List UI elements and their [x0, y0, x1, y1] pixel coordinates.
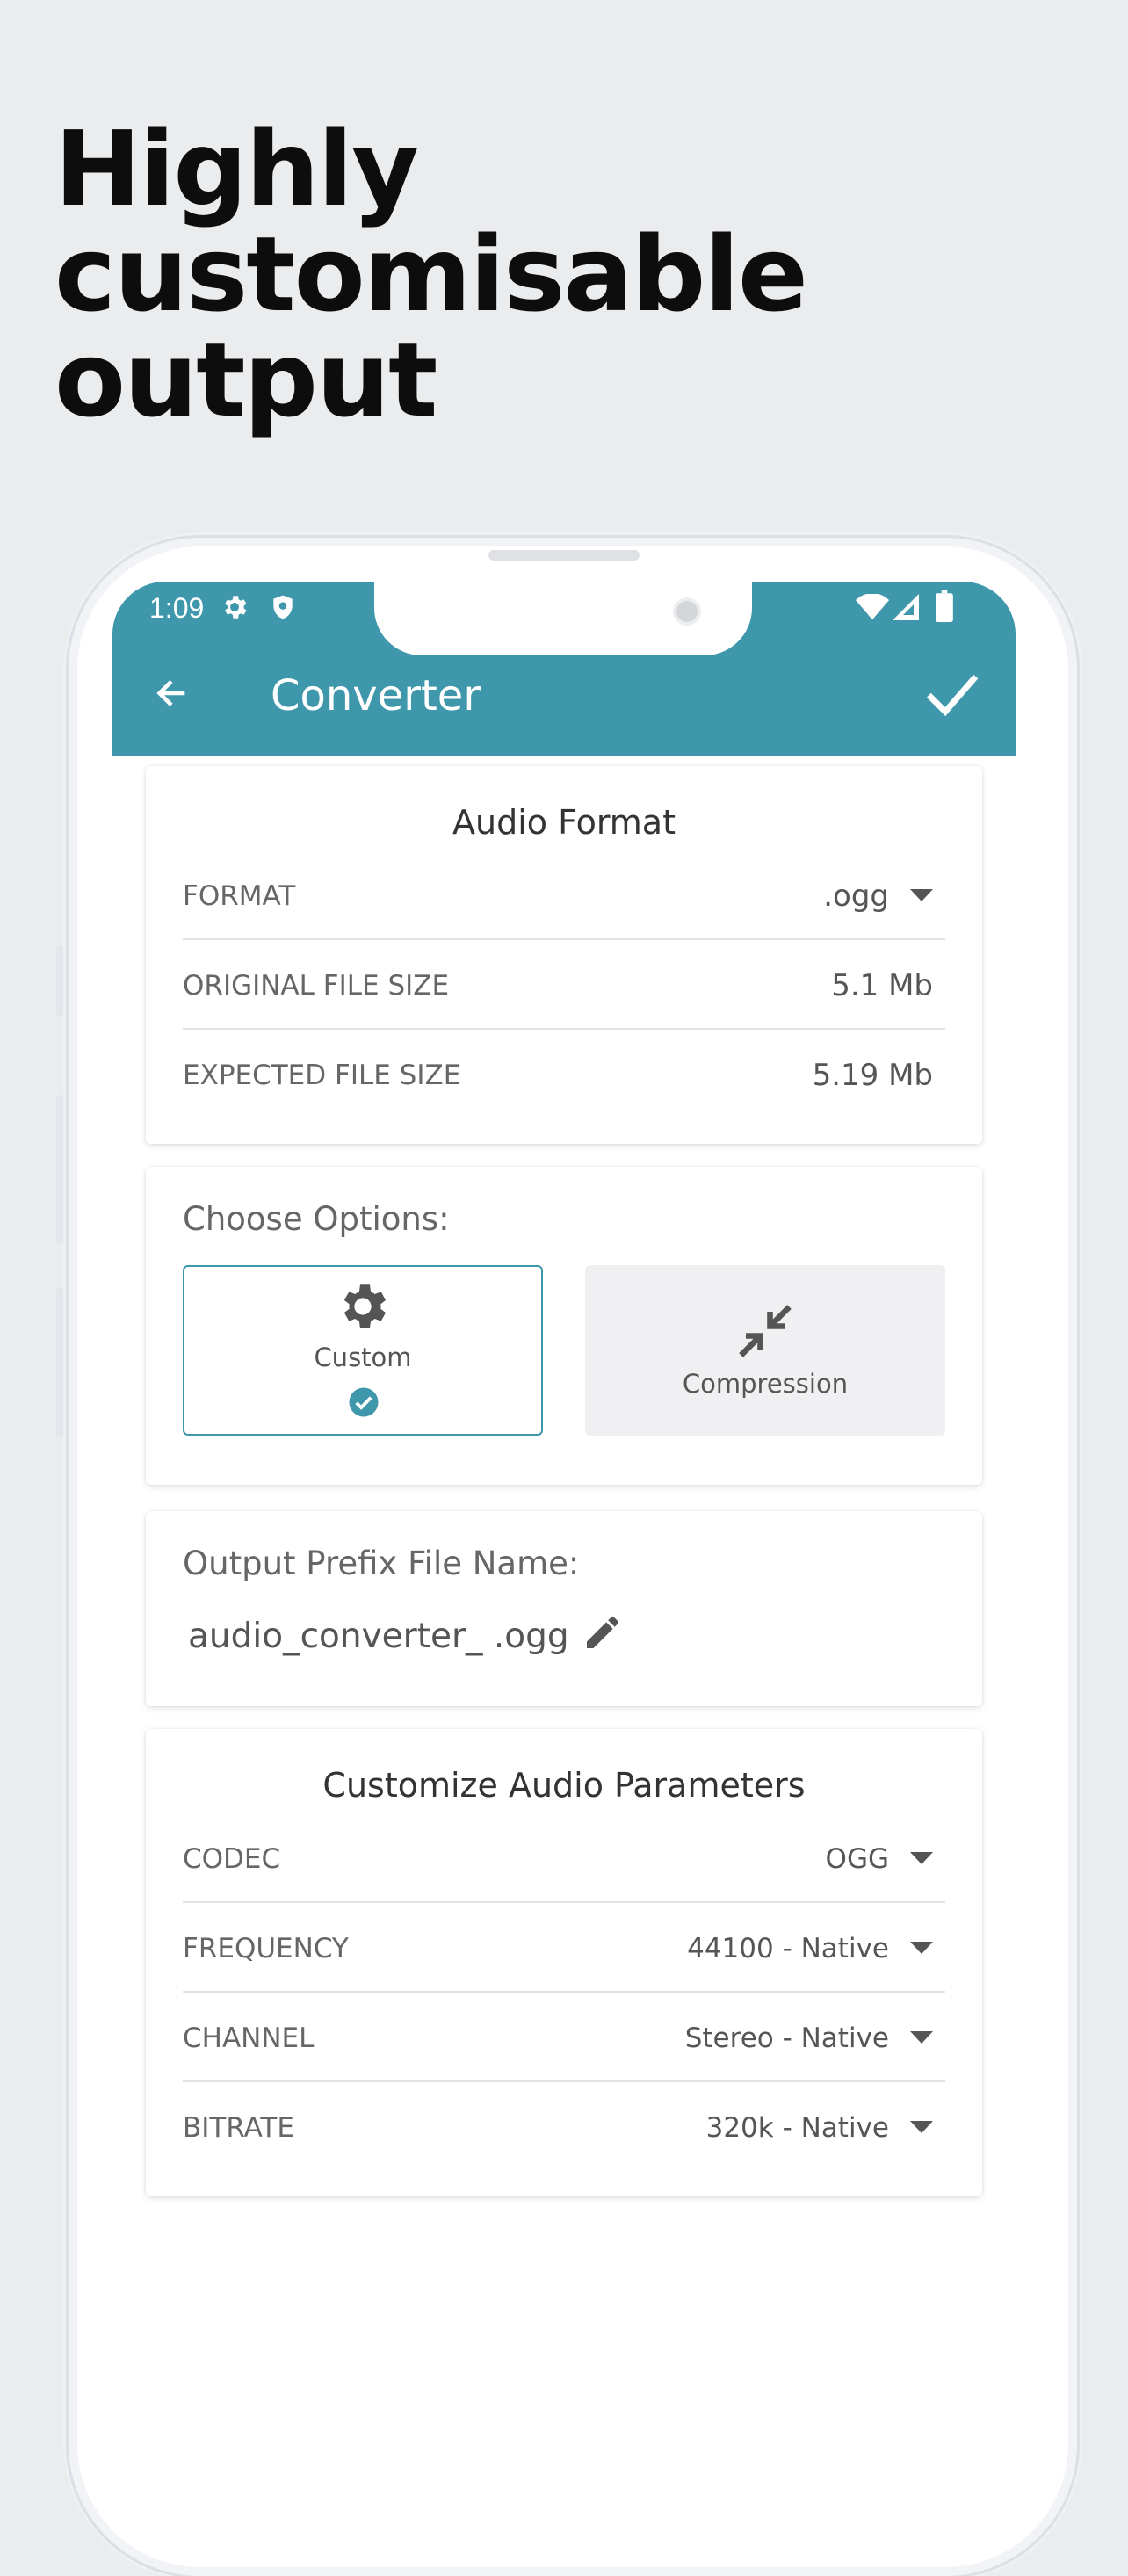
format-row[interactable]: FORMAT .ogg — [183, 850, 945, 940]
output-prefix-value: audio_converter_ .ogg — [188, 1617, 569, 1656]
app-bar: 1:09 Converter — [112, 582, 1016, 756]
dropdown-caret-icon[interactable] — [910, 889, 933, 901]
bitrate-value: 320k - Native — [705, 2112, 889, 2144]
check-circle-icon — [348, 1386, 380, 1422]
codec-label: CODEC — [183, 1843, 281, 1875]
bitrate-row[interactable]: BITRATE 320k - Native — [183, 2082, 945, 2172]
output-prefix-title: Output Prefix File Name: — [183, 1545, 580, 1582]
options-card: Choose Options: Custom Compression — [146, 1167, 982, 1485]
bitrate-label: BITRATE — [183, 2112, 294, 2144]
app-bar-title: Converter — [271, 671, 481, 720]
frequency-value: 44100 - Native — [687, 1933, 889, 1965]
channel-label: CHANNEL — [183, 2022, 315, 2054]
original-size-value: 5.1 Mb — [831, 968, 933, 1003]
compress-icon — [736, 1302, 794, 1364]
dropdown-caret-icon[interactable] — [910, 1942, 933, 1954]
codec-value: OGG — [825, 1843, 889, 1875]
format-label: FORMAT — [183, 880, 296, 912]
original-size-label: ORIGINAL FILE SIZE — [183, 970, 450, 1002]
phone-speaker — [488, 550, 640, 561]
check-icon[interactable] — [924, 669, 980, 723]
audio-format-card: Audio Format FORMAT .ogg ORIGINAL FILE S… — [146, 766, 982, 1144]
compression-option[interactable]: Compression — [585, 1265, 945, 1436]
frequency-label: FREQUENCY — [183, 1933, 349, 1965]
channel-row[interactable]: CHANNEL Stereo - Native — [183, 1993, 945, 2082]
phone-side-button — [56, 1288, 65, 1437]
custom-option-label: Custom — [314, 1342, 412, 1372]
dropdown-caret-icon[interactable] — [910, 2031, 933, 2044]
front-camera — [673, 597, 701, 626]
settings-icon — [220, 592, 249, 626]
original-size-row: ORIGINAL FILE SIZE 5.1 Mb — [183, 940, 945, 1030]
dropdown-caret-icon[interactable] — [910, 2121, 933, 2133]
audio-parameters-card: Customize Audio Parameters CODEC OGG FRE… — [146, 1729, 982, 2196]
format-value: .ogg — [823, 879, 889, 914]
pencil-icon[interactable] — [582, 1611, 624, 1658]
dropdown-caret-icon[interactable] — [910, 1852, 933, 1864]
custom-option[interactable]: Custom — [183, 1265, 543, 1436]
signal-icon — [893, 594, 919, 625]
phone-side-button — [56, 1095, 65, 1244]
status-time: 1:09 — [149, 592, 205, 624]
wifi-icon — [856, 593, 889, 625]
frequency-row[interactable]: FREQUENCY 44100 - Native — [183, 1903, 945, 1993]
expected-size-row: EXPECTED FILE SIZE 5.19 Mb — [183, 1030, 945, 1119]
expected-size-label: EXPECTED FILE SIZE — [183, 1060, 461, 1091]
headline: Highly customisable output — [54, 108, 808, 440]
gear-icon — [334, 1277, 392, 1340]
audio-parameters-title: Customize Audio Parameters — [322, 1766, 806, 1805]
output-prefix-card: Output Prefix File Name: audio_converter… — [146, 1511, 982, 1706]
app-screen: 1:09 Converter Audio Format FORMAT .ogg … — [112, 582, 1016, 2444]
phone-side-button — [56, 945, 65, 1016]
back-arrow-icon[interactable] — [151, 673, 192, 718]
options-title: Choose Options: — [183, 1200, 450, 1238]
camera-notch — [374, 582, 752, 655]
channel-value: Stereo - Native — [684, 2022, 889, 2054]
expected-size-value: 5.19 Mb — [812, 1058, 933, 1093]
audio-format-title: Audio Format — [452, 803, 676, 842]
compression-option-label: Compression — [682, 1369, 849, 1399]
codec-row[interactable]: CODEC OGG — [183, 1813, 945, 1903]
shield-icon — [269, 592, 297, 626]
battery-icon — [935, 590, 954, 626]
